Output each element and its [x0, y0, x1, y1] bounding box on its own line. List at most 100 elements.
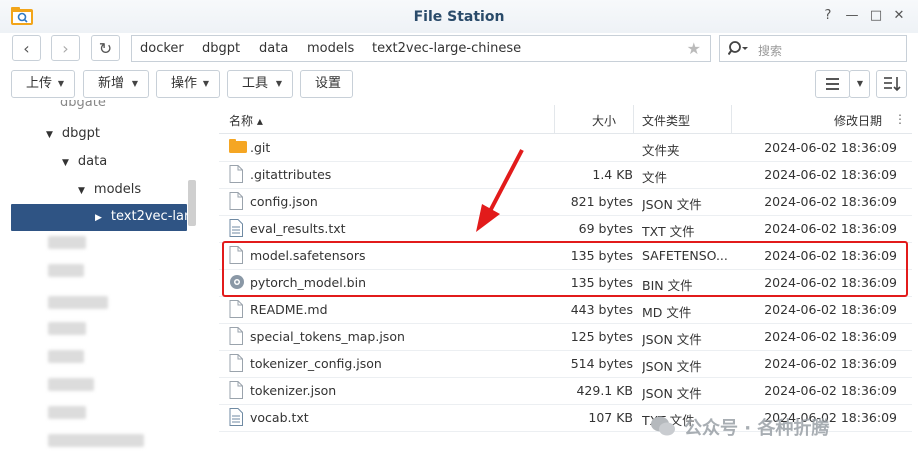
file-icon — [229, 165, 243, 183]
file-size: 125 bytes — [570, 329, 633, 344]
tree-item-models[interactable]: ▼ models — [78, 182, 141, 197]
folder-tree: dbgate ▼ dbgpt ▼ data ▼ models ▶ text2vec-la… — [0, 100, 202, 462]
sort-button[interactable] — [876, 70, 907, 98]
text-file-icon — [229, 408, 243, 426]
tree-item-data[interactable]: ▼ data — [62, 154, 107, 169]
blurred-item — [48, 350, 84, 363]
settings-label: 设置 — [315, 76, 342, 91]
new-button[interactable]: 新增 ▼ — [83, 70, 149, 98]
blurred-item — [48, 434, 144, 447]
column-menu-icon[interactable]: ⋮ — [894, 112, 906, 126]
file-size: 443 bytes — [570, 302, 633, 317]
breadcrumb-data[interactable]: data — [259, 41, 288, 56]
caret-down-icon: ▼ — [856, 79, 863, 88]
search-input[interactable]: 搜索 — [719, 35, 907, 62]
list-view-icon — [826, 78, 839, 90]
tools-button[interactable]: 工具 ▼ — [227, 70, 293, 98]
collapsed-arrow-icon[interactable]: ▶ — [95, 213, 102, 223]
help-button[interactable]: ? — [820, 8, 836, 24]
table-row[interactable]: README.md 443 bytes MD 文件 2024-06-02 18:36:… — [219, 296, 912, 324]
close-button[interactable]: ✕ — [891, 8, 907, 24]
file-name: README.md — [250, 302, 328, 317]
expanded-arrow-icon[interactable]: ▼ — [78, 186, 85, 196]
table-row[interactable]: special_tokens_map.json 125 bytes JSON 文件 2… — [219, 323, 912, 351]
file-type: JSON 文件 — [642, 197, 702, 212]
sort-icon — [884, 77, 901, 92]
watermark-text: 公众号 · 各种折腾 — [684, 418, 830, 439]
folder-icon — [229, 138, 247, 156]
table-row[interactable]: .git 文件夹 2024-06-02 18:36:09 — [219, 134, 912, 162]
column-size[interactable]: 大小 — [592, 112, 616, 129]
file-type: JSON 文件 — [642, 386, 702, 401]
table-row[interactable]: config.json 821 bytes JSON 文件 2024-06-02 18… — [219, 188, 912, 216]
file-modified: 2024-06-02 18:36:09 — [764, 329, 897, 344]
column-modified[interactable]: 修改日期 — [834, 112, 882, 129]
path-bar[interactable]: docker dbgpt data models text2vec-large-… — [131, 35, 711, 62]
column-name[interactable]: 名称 ▴ — [229, 112, 263, 129]
text-file-icon — [229, 219, 243, 237]
breadcrumb-models[interactable]: models — [307, 41, 354, 56]
blurred-item — [48, 406, 86, 419]
file-size: 429.1 KB — [576, 383, 633, 398]
search-placeholder: 搜索 — [758, 44, 783, 58]
back-button[interactable]: ‹ — [12, 35, 41, 61]
file-modified: 2024-06-02 18:36:09 — [764, 356, 897, 371]
blurred-item — [48, 378, 94, 391]
favorite-star-icon[interactable]: ★ — [687, 39, 701, 58]
column-type[interactable]: 文件类型 — [642, 112, 690, 129]
table-row[interactable]: .gitattributes 1.4 KB 文件 2024-06-02 18:36:0… — [219, 161, 912, 189]
column-divider[interactable] — [554, 105, 555, 133]
file-name: tokenizer_config.json — [250, 356, 382, 371]
tree-item-dbgate[interactable]: dbgate — [60, 100, 106, 110]
file-name: .gitattributes — [250, 167, 332, 182]
file-size: 69 bytes — [578, 221, 633, 236]
breadcrumb-text2vec[interactable]: text2vec-large-chinese — [372, 41, 521, 56]
blurred-item — [48, 322, 86, 335]
caret-down-icon: ▼ — [131, 79, 138, 88]
file-icon — [229, 327, 243, 345]
settings-button[interactable]: 设置 — [300, 70, 353, 98]
view-dropdown-button[interactable]: ▼ — [849, 70, 870, 98]
expanded-arrow-icon[interactable]: ▼ — [46, 130, 53, 140]
file-modified: 2024-06-02 18:36:09 — [764, 167, 897, 182]
sidebar-scrollbar[interactable] — [188, 180, 196, 226]
maximize-button[interactable]: □ — [868, 8, 884, 24]
file-type: JSON 文件 — [642, 359, 702, 374]
new-label: 新增 — [98, 76, 125, 91]
file-name: vocab.txt — [250, 410, 309, 425]
forward-button[interactable]: › — [51, 35, 80, 61]
highlight-box — [222, 241, 908, 297]
table-row[interactable]: tokenizer.json 429.1 KB JSON 文件 2024-06-02 … — [219, 377, 912, 405]
tree-item-text2vec-selected[interactable]: ▶ text2vec-large — [11, 204, 202, 231]
table-row[interactable]: eval_results.txt 69 bytes TXT 文件 2024-06-02… — [219, 215, 912, 243]
refresh-button[interactable]: ↻ — [91, 35, 120, 61]
file-icon — [229, 300, 243, 318]
file-type: 文件 — [642, 170, 668, 185]
toolbar: 上传 ▼ 新增 ▼ 操作 ▼ 工具 ▼ 设置 ▼ — [0, 70, 918, 100]
file-modified: 2024-06-02 18:36:09 — [764, 140, 897, 155]
expanded-arrow-icon[interactable]: ▼ — [62, 158, 69, 168]
tree-label: data — [77, 154, 108, 169]
tree-item-dbgpt[interactable]: ▼ dbgpt — [46, 126, 100, 141]
tree-label: models — [93, 182, 142, 197]
action-button[interactable]: 操作 ▼ — [156, 70, 220, 98]
breadcrumb-dbgpt[interactable]: dbgpt — [202, 41, 240, 56]
file-size: 821 bytes — [570, 194, 633, 209]
minimize-button[interactable]: — — [844, 8, 860, 24]
file-icon — [229, 381, 243, 399]
chevron-right-icon: › — [62, 39, 69, 58]
blurred-item — [48, 264, 84, 277]
view-list-button[interactable] — [815, 70, 850, 98]
title-bar: File Station ? — □ ✕ — [0, 0, 918, 33]
table-row[interactable]: tokenizer_config.json 514 bytes JSON 文件 202… — [219, 350, 912, 378]
file-name: special_tokens_map.json — [250, 329, 405, 344]
upload-button[interactable]: 上传 ▼ — [11, 70, 75, 98]
file-modified: 2024-06-02 18:36:09 — [764, 383, 897, 398]
breadcrumb-docker[interactable]: docker — [140, 41, 184, 56]
tree-item-text2vec: ▶ text2vec-large — [95, 209, 202, 224]
file-type: 文件夹 — [642, 143, 680, 158]
column-divider[interactable] — [633, 105, 634, 133]
column-divider[interactable] — [731, 105, 732, 133]
refresh-icon: ↻ — [98, 39, 113, 58]
caret-down-icon: ▼ — [57, 79, 64, 88]
